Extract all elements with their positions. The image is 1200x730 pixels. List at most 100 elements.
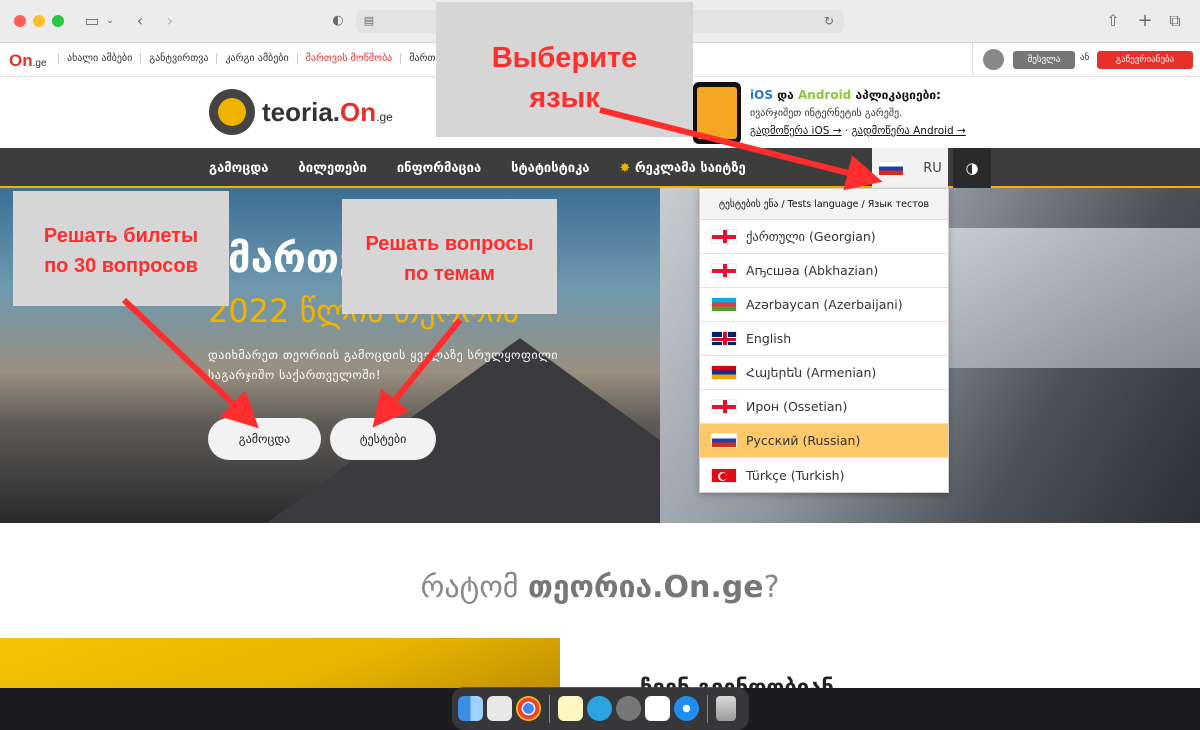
logo-accent: On: [340, 97, 377, 127]
language-option-english[interactable]: English: [700, 322, 948, 356]
share-icon[interactable]: ⇧: [1104, 10, 1122, 32]
top-link-news[interactable]: ახალი ამბები: [58, 53, 140, 64]
notes-icon[interactable]: [558, 696, 583, 721]
logo-on-text: On: [9, 51, 33, 70]
theme-toggle-icon[interactable]: ◑: [953, 148, 991, 188]
language-option-label: English: [746, 331, 792, 346]
avatar-icon[interactable]: [983, 49, 1004, 70]
nav-info[interactable]: ინფორმაცია: [382, 161, 496, 176]
annotation-line: по темам: [404, 263, 495, 285]
language-option-armenian[interactable]: Հայերեն (Armenian): [700, 356, 948, 390]
privacy-shield-icon[interactable]: ◐: [330, 10, 346, 32]
new-tab-icon[interactable]: +: [1136, 10, 1154, 32]
download-ios-link[interactable]: გადმოწერა iOS →: [750, 125, 842, 137]
nav-tickets[interactable]: ბილეთები: [283, 161, 381, 176]
language-option-label: ქართული (Georgian): [746, 229, 876, 244]
finder-icon[interactable]: [458, 696, 483, 721]
auth-area: შესვლა ან გაწევრიანება: [972, 43, 1200, 76]
apps-label: აპლიკაციები:: [851, 88, 941, 102]
why-prefix: რატომ: [420, 570, 528, 605]
language-option-ossetian[interactable]: Ирон (Ossetian): [700, 390, 948, 424]
russia-flag-icon: [878, 160, 905, 176]
annotation-choose-language: Выберите язык: [436, 2, 693, 137]
calendar-icon[interactable]: [645, 696, 670, 721]
safari-icon[interactable]: [674, 696, 699, 721]
back-icon[interactable]: ‹: [132, 10, 148, 32]
app-promo-title: iOS და Android აპლიკაციები:: [750, 88, 941, 102]
chevron-down-icon[interactable]: ⌄: [104, 10, 116, 32]
teoria-logo-icon[interactable]: [209, 89, 255, 135]
annotation-line: Выберите: [491, 42, 638, 74]
top-links: ახალი ამბები განტვირთვა კარგი ამბები მარ…: [58, 53, 444, 64]
telegram-icon[interactable]: [587, 696, 612, 721]
exam-button[interactable]: გამოცდა: [208, 418, 321, 460]
close-window-button[interactable]: [14, 15, 26, 27]
dock-separator: [549, 694, 550, 723]
launchpad-icon[interactable]: [487, 696, 512, 721]
annotation-line: язык: [529, 82, 600, 114]
why-section: რატომ თეორია.On.ge?: [0, 523, 1200, 638]
language-option-abkhazian[interactable]: Аҧсшәа (Abkhazian): [700, 254, 948, 288]
logo-main: teoria.: [262, 97, 341, 127]
reload-icon[interactable]: ↻: [822, 10, 836, 32]
nav-ads-label: რეკლამა საიტზე: [634, 160, 746, 176]
teoria-logo-text[interactable]: teoria.On.ge: [262, 97, 393, 128]
language-option-label: Azərbaycan (Azerbaijani): [746, 297, 903, 312]
star-icon: ✸: [619, 160, 631, 176]
minimize-window-button[interactable]: [33, 15, 45, 27]
sidebar-icon[interactable]: ▭: [82, 10, 102, 32]
language-option-label: Türkçe (Turkish): [746, 467, 845, 483]
zoom-window-button[interactable]: [52, 15, 64, 27]
language-option-label: Русский (Russian): [746, 433, 861, 448]
ossetia-flag-icon: [711, 399, 737, 414]
settings-icon[interactable]: [616, 696, 641, 721]
tab-overview-icon[interactable]: ⧉: [1166, 10, 1184, 32]
why-heading: რატომ თეორია.On.ge?: [0, 570, 1200, 605]
app-phone-image: [693, 82, 741, 144]
language-option-russian[interactable]: Русский (Russian): [700, 424, 948, 458]
russia-flag-icon: [711, 433, 737, 448]
language-dropdown: ტესტების ენა / Tests language / Язык тес…: [699, 188, 949, 493]
top-link-unwind[interactable]: განტვირთვა: [140, 53, 216, 64]
ruler-image: [0, 638, 560, 688]
logo-ge-text: .ge: [32, 58, 47, 69]
dock-separator: [707, 694, 708, 723]
top-link-license[interactable]: მართვის მოწმობა: [296, 53, 401, 64]
tests-button[interactable]: ტესტები: [330, 418, 436, 460]
language-option-turkish[interactable]: Türkçe (Turkish): [700, 458, 948, 492]
main-nav: გამოცდა ბილეთები ინფორმაცია სტატისტიკა ✸…: [0, 148, 1200, 188]
hero-desc-line1: დაიხმარეთ თეორიის გამოცდის ყველაზე სრულყ…: [208, 348, 559, 362]
trash-icon[interactable]: [716, 696, 736, 721]
annotation-line: Решать билеты: [43, 225, 199, 247]
download-android-link[interactable]: გადმოწერა Android →: [852, 125, 966, 137]
hero-desc-line2: საგარჯიშო საქართველოში!: [208, 368, 382, 382]
language-option-label: Аҧсшәа (Abkhazian): [746, 263, 879, 278]
language-selector-button[interactable]: RU: [872, 148, 948, 188]
annotation-line: по 30 вопросов: [44, 255, 198, 277]
language-option-azerbaijani[interactable]: Azərbaycan (Azerbaijani): [700, 288, 948, 322]
why-brand: თეორია.On.ge: [528, 570, 764, 605]
turkey-flag-icon: [711, 467, 737, 483]
nav-exam[interactable]: გამოცდა: [194, 161, 283, 176]
annotation-topics: Решать вопросы по темам: [342, 199, 557, 314]
register-button[interactable]: გაწევრიანება: [1097, 51, 1193, 69]
nav-ads[interactable]: ✸ რეკლამა საიტზე: [605, 161, 761, 176]
language-code: RU: [923, 160, 942, 176]
app-download-links: გადმოწერა iOS → · გადმოწერა Android →: [750, 125, 966, 137]
or-label: ან: [1080, 53, 1090, 63]
nav-statistics[interactable]: სტატისტიკა: [496, 161, 604, 176]
language-option-georgian[interactable]: ქართული (Georgian): [700, 220, 948, 254]
forward-icon[interactable]: ›: [162, 10, 178, 32]
top-link-good-news[interactable]: კარგი ამბები: [216, 53, 296, 64]
annotation-line: Решать вопросы: [365, 233, 534, 255]
on-ge-logo[interactable]: On.ge: [9, 51, 47, 71]
logo-ge: .ge: [376, 110, 393, 124]
armenia-flag-icon: [711, 365, 737, 380]
annotation-tickets: Решать билеты по 30 вопросов: [13, 191, 229, 306]
android-label: Android: [797, 88, 852, 102]
ios-label: iOS: [750, 88, 773, 102]
login-button[interactable]: შესვლა: [1013, 51, 1075, 69]
abkhazia-flag-icon: [711, 263, 737, 278]
chrome-icon[interactable]: [516, 696, 541, 721]
link-separator: ·: [841, 125, 852, 137]
